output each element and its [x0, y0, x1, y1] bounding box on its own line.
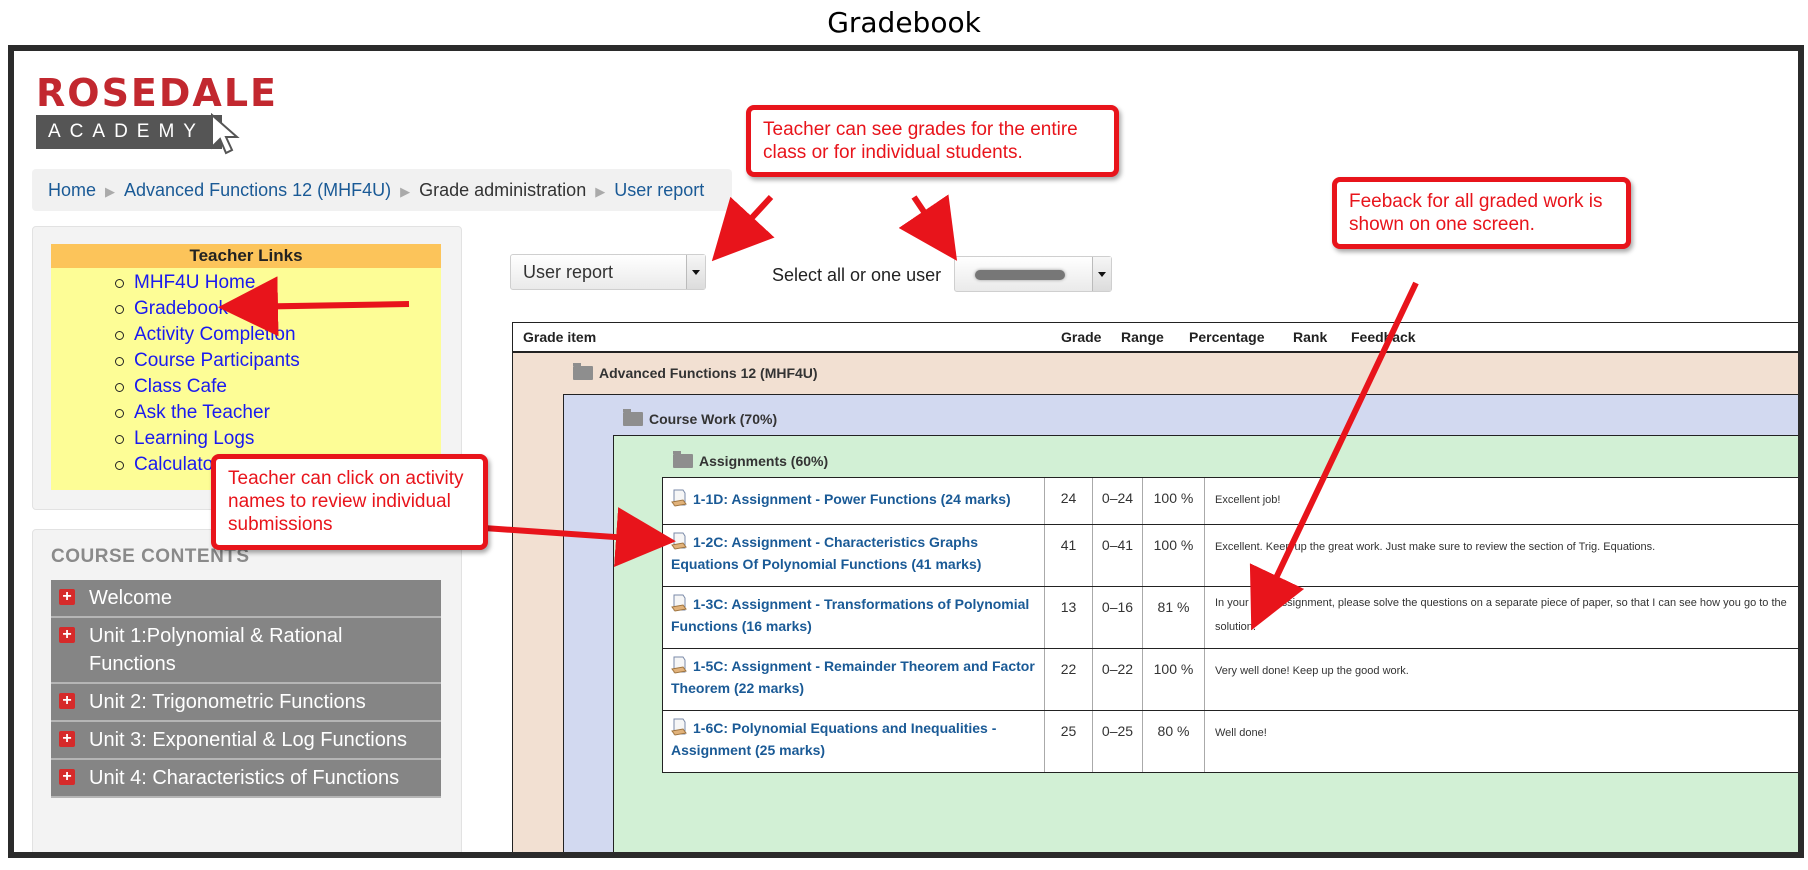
- screenshot-frame: ROSEDALE ACADEMY Home ▶ Advanced Functions…: [8, 45, 1804, 858]
- callout-activity: Teacher can click on activity names to r…: [211, 454, 488, 550]
- callout-grades: Teacher can see grades for the entire cl…: [746, 105, 1119, 177]
- arrow-to-feedback: [1249, 281, 1419, 631]
- arrow-to-user-select: [898, 194, 958, 261]
- arrow-to-report-select: [711, 194, 775, 262]
- page-title: Gradebook: [827, 6, 981, 39]
- arrow-to-activity-names: [483, 507, 676, 568]
- arrow-to-gradebook-link: [218, 276, 410, 337]
- callout-feedback: Feeback for all graded work is shown on …: [1332, 177, 1631, 249]
